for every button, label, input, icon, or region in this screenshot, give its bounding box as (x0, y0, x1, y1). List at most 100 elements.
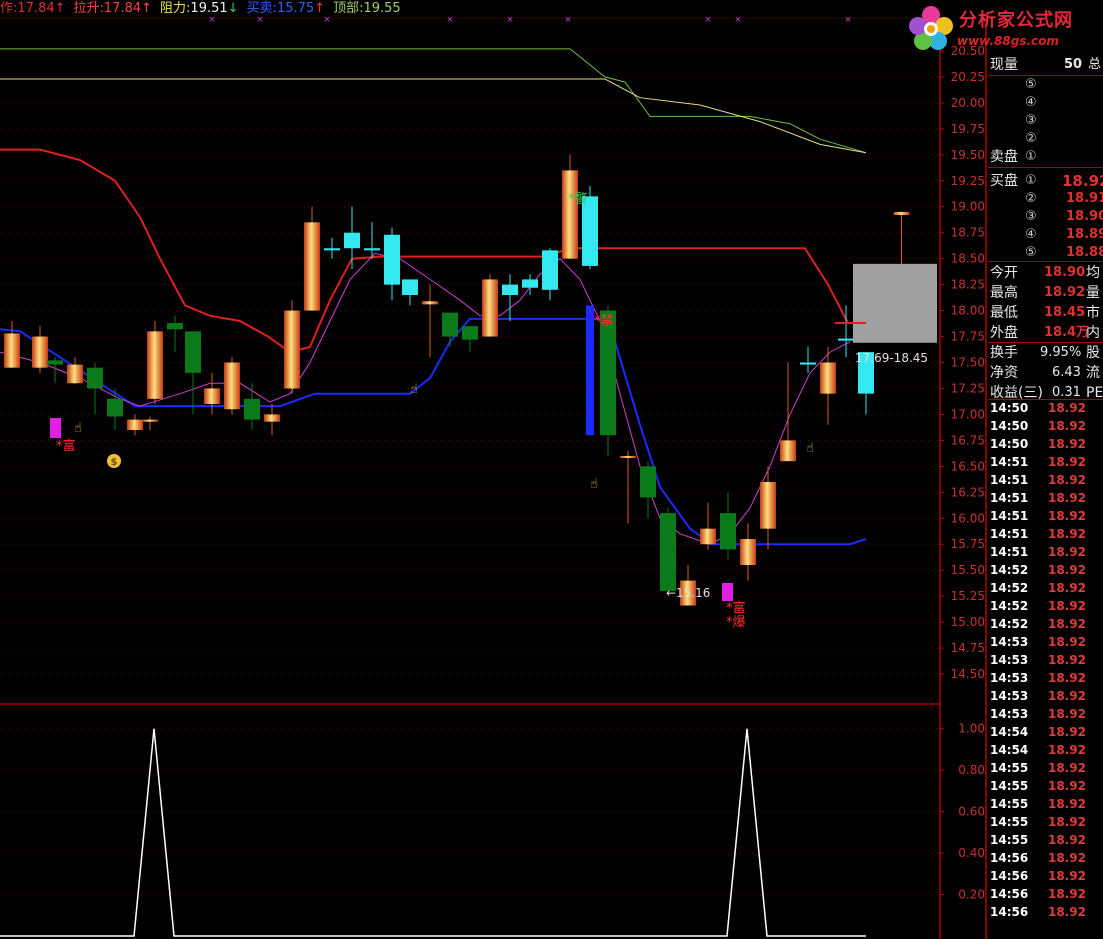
volume-label: 现量 (990, 57, 1018, 73)
y-axis-ticks: 20.5020.2520.0019.7519.5019.2519.0018.75… (940, 44, 985, 902)
trade-tick-row: 14:51 18.92 (988, 453, 1103, 471)
trade-tick-row: 14:53 18.92 (988, 705, 1103, 723)
trade-tick-row: 14:53 18.92 (988, 669, 1103, 687)
stat-value: 18.45 (1044, 305, 1086, 320)
stat-extra: 量 (1086, 285, 1100, 301)
trade-tick-row: 14:51 18.92 (988, 471, 1103, 489)
trade-price: 18.92 (1048, 815, 1086, 829)
signal-block (722, 583, 733, 601)
trade-time: 14:51 (990, 473, 1029, 487)
tick-label: 19.75 (951, 122, 985, 136)
indicator-item: 作: 17.84↑ (0, 0, 66, 18)
trade-time: 14:55 (990, 761, 1029, 775)
trade-time: 14:52 (990, 581, 1029, 595)
trade-price: 18.92 (1048, 455, 1086, 469)
tick-label: 20.25 (951, 70, 985, 84)
separator (988, 261, 1103, 262)
stat-value: 18.90 (1044, 265, 1086, 280)
sell-level-number: ② (1025, 131, 1037, 146)
candle-body (4, 333, 20, 368)
volume-extra: 总 (1088, 57, 1102, 72)
tick-label: 15.50 (951, 563, 985, 577)
tick-label: 17.50 (951, 356, 985, 370)
hand-pointer-icon: ☝ (410, 382, 418, 397)
candle-body (204, 388, 220, 405)
trade-time: 14:56 (990, 905, 1029, 919)
tick-label: 18.00 (951, 304, 985, 318)
stat-label: 净资 (990, 365, 1018, 381)
stat-value: 6.43 (1052, 365, 1081, 380)
candle-body (800, 362, 816, 365)
tick-label: 0.80 (958, 763, 985, 777)
top-line (0, 48, 867, 154)
trade-time: 14:52 (990, 563, 1029, 577)
stat-row: 外盘 18.4万内 (988, 324, 1103, 342)
tick-label: 1.00 (958, 722, 985, 736)
sell-level-row: ⑤ (988, 76, 1103, 94)
stat-extra: 均 (1086, 265, 1100, 281)
candle-body (324, 248, 340, 251)
trade-tick-row: 14:55 18.92 (988, 831, 1103, 849)
trade-time: 14:52 (990, 599, 1029, 613)
indicator-label: 作: (0, 1, 18, 16)
buy-level-price: 18.88 (1066, 245, 1103, 260)
red-trend-line (0, 148, 866, 354)
tick-label: 15.75 (951, 537, 985, 551)
candle-body (600, 310, 616, 436)
candle-body (442, 312, 458, 337)
trade-time: 14:51 (990, 509, 1029, 523)
buy-level-number: ③ (1025, 209, 1037, 224)
sell-level-number: ③ (1025, 113, 1037, 128)
candle-body (740, 539, 756, 565)
trade-tick-row: 14:54 18.92 (988, 723, 1103, 741)
indicator-arrow: ↑ (141, 1, 153, 16)
indicator-value: 17.84 (103, 1, 142, 16)
candle-body (32, 336, 48, 368)
trade-tick-row: 14:52 18.92 (988, 615, 1103, 633)
sell-level-row: ① 卖盘 (988, 148, 1103, 166)
money-bag-symbol: $ (111, 457, 118, 468)
quote-panel: 现量50总⑤④③②①卖盘买盘①18.92②18.91③18.90④18.89⑤1… (988, 56, 1103, 939)
trade-time: 14:51 (990, 545, 1029, 559)
lower-indicator (0, 728, 866, 937)
trade-tick-row: 14:56 18.92 (988, 867, 1103, 885)
signal-label: ←15.16 (666, 586, 710, 600)
tick-label: 17.00 (951, 407, 985, 421)
trade-price: 18.92 (1048, 545, 1086, 559)
stat-value: 18.92 (1044, 285, 1086, 300)
trade-tick-row: 14:53 18.92 (988, 687, 1103, 705)
candle-body (147, 331, 163, 399)
sell-label: 卖盘 (990, 149, 1018, 165)
candle-body (304, 222, 320, 311)
buy-level-row: 买盘 ① 18.92 (988, 172, 1103, 190)
kline-chart[interactable]: × × × × × × × × × 20.5020.2520.0019.7519.5019.25… (0, 0, 1103, 939)
blue-trend-line (0, 317, 867, 546)
tick-label: 0.40 (958, 846, 985, 860)
indicator-item: 顶部: 19.55 (333, 0, 401, 18)
trade-price: 18.92 (1048, 779, 1086, 793)
tick-label: 19.25 (951, 174, 985, 188)
buy-level-number: ① (1025, 173, 1037, 188)
trade-price: 18.92 (1048, 743, 1086, 757)
candle-body (344, 232, 360, 249)
buy-level-row: ⑤ 18.88 (988, 244, 1103, 262)
tick-label: 17.75 (951, 330, 985, 344)
trade-tick-row: 14:52 18.92 (988, 597, 1103, 615)
indicator-value: 17.84 (17, 1, 55, 16)
trade-tick-row: 14:56 18.92 (988, 885, 1103, 903)
trade-price: 18.92 (1048, 725, 1086, 739)
buy-level-number: ② (1025, 191, 1037, 206)
trade-time: 14:56 (990, 869, 1029, 883)
indicator-item: 阻力: 19.51↓ (160, 0, 239, 18)
buy-level-price: 18.89 (1066, 227, 1103, 242)
sell-level-row: ② (988, 130, 1103, 148)
separator (988, 167, 1103, 168)
tick-label: 16.50 (951, 459, 985, 473)
trade-price: 18.92 (1048, 473, 1086, 487)
buy-level-price: 18.90 (1066, 209, 1103, 224)
trade-price: 18.92 (1048, 671, 1086, 685)
grid (0, 50, 940, 896)
site-logo: 分析家公式网 www.88gs.com (905, 0, 1103, 56)
stat-value: 18.4万 (1044, 325, 1090, 340)
tick-label: 19.50 (951, 148, 985, 162)
